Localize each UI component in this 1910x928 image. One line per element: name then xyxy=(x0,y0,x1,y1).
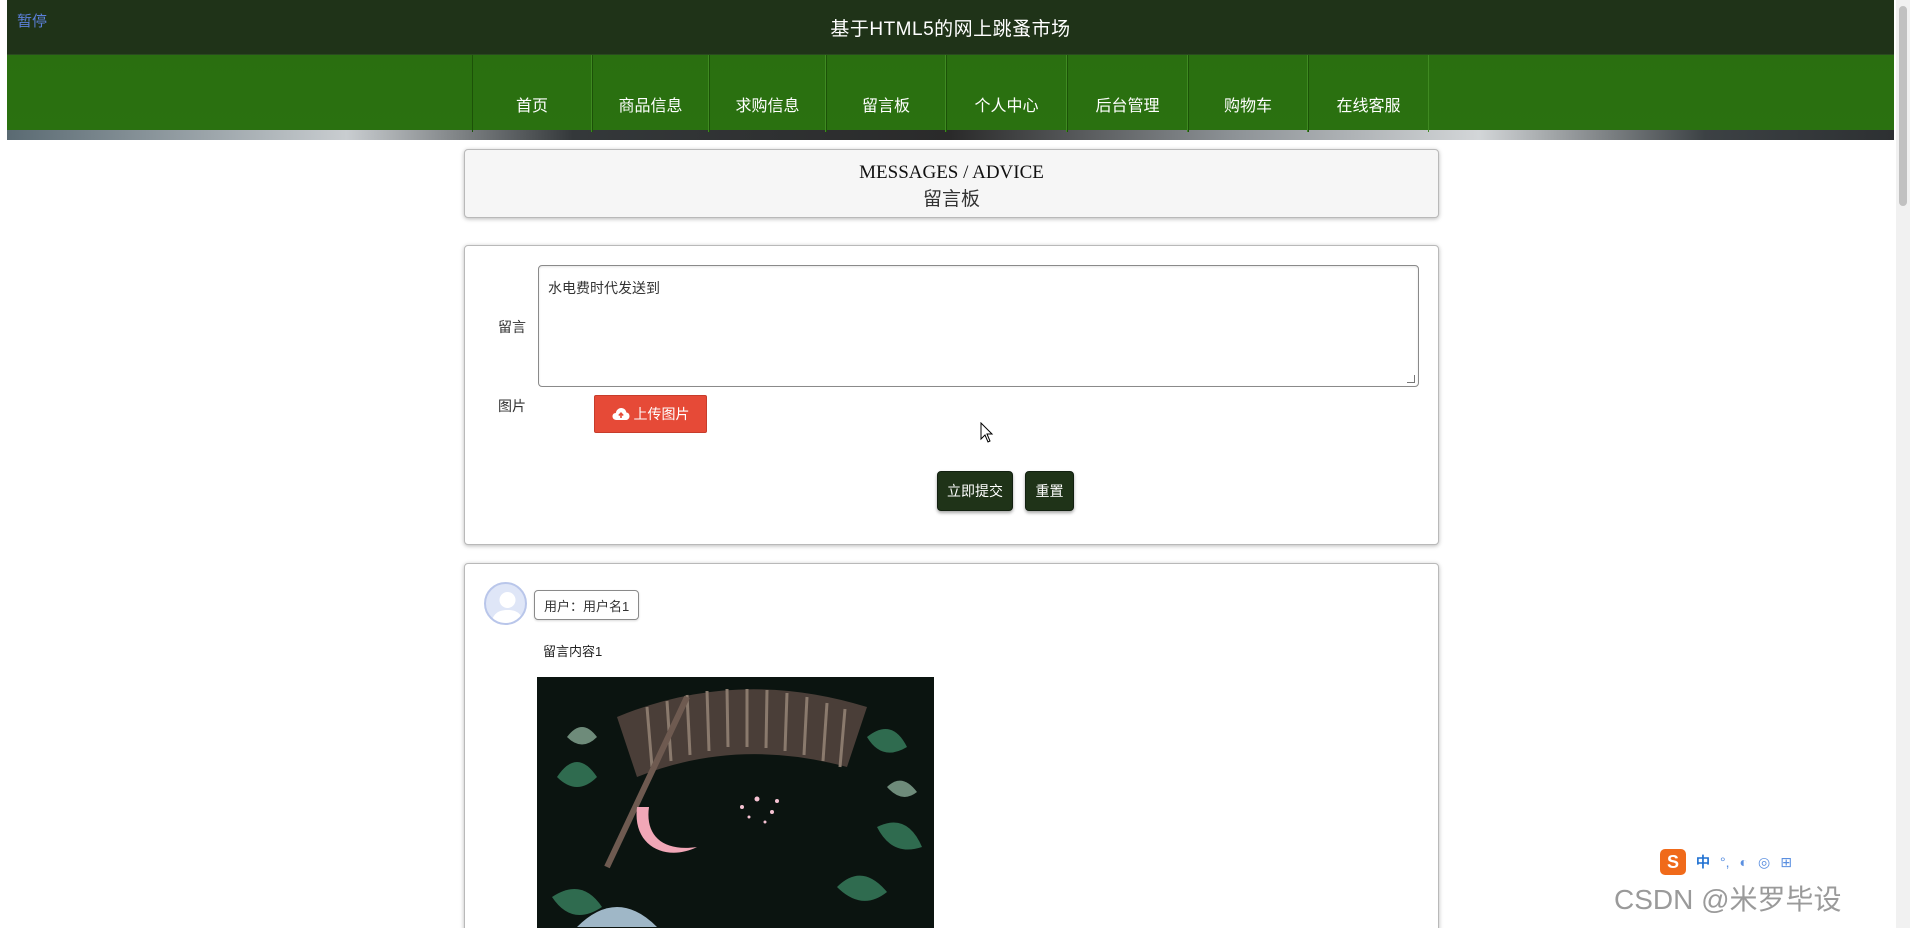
nav-item-products[interactable]: 商品信息 xyxy=(592,55,709,132)
mouse-cursor-icon xyxy=(980,422,994,443)
user-icon xyxy=(491,592,524,623)
main-nav: 首页 商品信息 求购信息 留言板 个人中心 后台管理 购物车 在线客服 xyxy=(472,55,1429,132)
ime-chat-icon[interactable]: ◎ xyxy=(1758,854,1770,871)
upload-image-label: 上传图片 xyxy=(633,406,690,422)
nav-item-home[interactable]: 首页 xyxy=(472,55,592,132)
avatar xyxy=(484,582,527,625)
message-form: 留言 水电费时代发送到 图片 上传图片 立即提交 重置 xyxy=(464,245,1439,545)
section-title-en: MESSAGES / ADVICE xyxy=(859,162,1044,183)
nav-item-wanted[interactable]: 求购信息 xyxy=(709,55,826,132)
sogou-ime-icon[interactable]: S xyxy=(1660,849,1686,875)
ime-punct-icon[interactable]: °, xyxy=(1720,854,1730,870)
nav-item-admin[interactable]: 后台管理 xyxy=(1067,55,1188,132)
watermark: CSDN @米罗毕设 xyxy=(1614,884,1842,915)
ime-grid-icon[interactable]: ⊞ xyxy=(1780,854,1792,871)
nav-item-cart[interactable]: 购物车 xyxy=(1188,55,1308,132)
cloud-upload-icon xyxy=(612,408,629,420)
nav-item-profile[interactable]: 个人中心 xyxy=(946,55,1067,132)
top-bar: 暂停 基于HTML5的网上跳蚤市场 xyxy=(7,0,1894,55)
section-header: MESSAGES / ADVICE 留言板 xyxy=(464,149,1439,218)
message-content: 留言内容1 xyxy=(543,644,603,659)
section-title-cn: 留言板 xyxy=(922,189,980,210)
message-image xyxy=(537,677,934,928)
image-label: 图片 xyxy=(498,398,526,414)
night-scene-illustration xyxy=(537,677,934,928)
scrollbar-thumb[interactable] xyxy=(1899,6,1907,206)
ime-mode[interactable]: 中 xyxy=(1696,852,1710,872)
resize-grip-icon[interactable] xyxy=(1407,375,1415,383)
nav-item-messages[interactable]: 留言板 xyxy=(826,55,946,132)
message-textarea-value: 水电费时代发送到 xyxy=(548,280,660,296)
upload-image-button[interactable]: 上传图片 xyxy=(594,395,707,433)
message-list: 用户：用户名1 留言内容1 xyxy=(464,563,1439,928)
nav-item-support[interactable]: 在线客服 xyxy=(1308,55,1429,132)
reset-button[interactable]: 重置 xyxy=(1025,471,1074,511)
message-user: 用户：用户名1 xyxy=(534,590,640,620)
message-label: 留言 xyxy=(498,319,526,335)
site-title: 基于HTML5的网上跳蚤市场 xyxy=(830,19,1071,40)
page-scrollbar[interactable] xyxy=(1896,0,1910,928)
message-textarea[interactable]: 水电费时代发送到 xyxy=(538,265,1419,387)
submit-button[interactable]: 立即提交 xyxy=(937,471,1013,511)
ime-toolbar: S 中 °, ◐ ◎ ⊞ xyxy=(1660,847,1792,877)
ime-skin-icon[interactable]: ◐ xyxy=(1740,854,1748,870)
